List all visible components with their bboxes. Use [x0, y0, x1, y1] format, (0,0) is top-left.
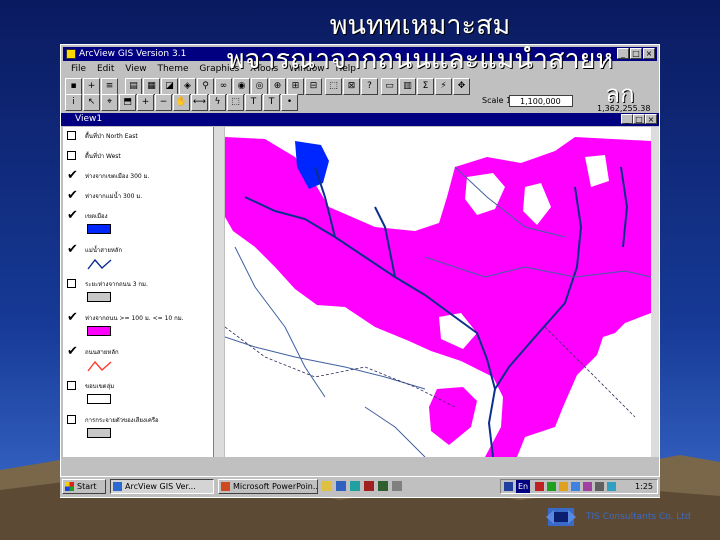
measure-icon[interactable]: ⟷ — [191, 94, 208, 111]
tray-app2-icon[interactable] — [547, 482, 556, 491]
layer-label: การกระจายตัวของเสียงเครือ — [85, 417, 159, 424]
layer-fill-symbol — [87, 292, 111, 302]
pointer-icon[interactable]: ↖ — [83, 94, 100, 111]
taskbar-clock[interactable]: 1:25 — [635, 480, 653, 493]
windows-taskbar: Start ArcView GIS Ver... Microsoft Power… — [60, 476, 660, 497]
layer-label: ตื้นที่ป่า West — [85, 153, 121, 160]
layer-checkbox[interactable]: ✔ — [67, 243, 78, 256]
start-label: Start — [77, 482, 97, 491]
arcview-task-icon — [113, 482, 122, 491]
layer-checkbox[interactable]: ✔ — [67, 311, 78, 324]
map-display[interactable] — [225, 127, 651, 457]
layer-line-symbol — [87, 258, 112, 270]
map-canvas — [225, 137, 651, 457]
suitable-area-fill — [225, 137, 651, 457]
quicklaunch-explorer-icon[interactable] — [336, 481, 346, 491]
layer-checkbox[interactable] — [67, 131, 76, 140]
hand-pan-icon[interactable]: ✋ — [173, 94, 190, 111]
system-tray: En 1:25 — [500, 479, 658, 494]
layer-checkbox[interactable]: ✔ — [67, 189, 78, 202]
area-of-interest-icon[interactable]: ⬚ — [227, 94, 244, 111]
windows-logo-icon — [65, 482, 74, 491]
layer-label: ตื้นที่ป่า North East — [85, 133, 138, 140]
layer-fill-symbol — [87, 428, 111, 438]
scale-input[interactable]: 1,100,000 — [509, 95, 573, 107]
zoom-in-tool-icon[interactable]: + — [137, 94, 154, 111]
toc-scrollbar[interactable] — [213, 127, 224, 457]
layer-fill-symbol — [87, 326, 111, 336]
identify-icon[interactable]: i — [65, 94, 82, 111]
menu-edit[interactable]: Edit — [97, 64, 114, 74]
powerpoint-task-icon — [221, 482, 230, 491]
slide-title-line1: พนททเหมาะสม — [329, 10, 511, 41]
language-indicator[interactable]: En — [516, 480, 531, 493]
select-feature-icon[interactable]: ⬒ — [119, 94, 136, 111]
view-title: View1 — [75, 114, 103, 124]
layer-checkbox[interactable] — [67, 151, 76, 160]
text-icon[interactable]: T — [263, 94, 280, 111]
quicklaunch-outlook-icon[interactable] — [364, 481, 374, 491]
task-label-arcview: ArcView GIS Ver... — [125, 482, 196, 491]
hotlink-tool-icon[interactable]: ϟ — [209, 94, 226, 111]
layer-checkbox[interactable]: ✔ — [67, 169, 78, 182]
quicklaunch-desktop-icon[interactable] — [392, 481, 402, 491]
slide-title-line3: ลก — [605, 80, 635, 108]
tray-app5-icon[interactable] — [583, 482, 592, 491]
company-footer: TIS Consultants Co. Ltd — [586, 512, 691, 522]
layer-label: แม่น้ำสายหลัก — [85, 247, 123, 254]
tray-network-icon[interactable] — [504, 482, 513, 491]
menu-theme[interactable]: Theme — [157, 64, 188, 74]
layer-label: ระยะห่างจากถนน 3 กม. — [85, 281, 148, 288]
layer-label: เขตเมือง — [85, 213, 108, 220]
zoom-out-tool-icon[interactable]: − — [155, 94, 172, 111]
layer-checkbox[interactable] — [67, 381, 76, 390]
layer-label: ห่างจากถนน >= 100 ม. <= 10 กม. — [85, 315, 184, 322]
start-button[interactable]: Start — [62, 479, 106, 494]
table-of-contents: ตื้นที่ป่า North East ตื้นที่ป่า West ✔ ห่า… — [63, 127, 224, 457]
task-powerpoint[interactable]: Microsoft PowerPoin... — [218, 479, 318, 494]
view-titlebar[interactable]: View1 _ □ × — [61, 113, 659, 126]
tray-app6-icon[interactable] — [607, 482, 616, 491]
layer-checkbox[interactable] — [67, 279, 76, 288]
quicklaunch-folder-icon[interactable] — [322, 481, 332, 491]
layer-label: ห่างจากแม่น้ำ 300 ม. — [85, 193, 143, 200]
tray-volume-icon[interactable] — [595, 482, 604, 491]
layer-checkbox[interactable] — [67, 415, 76, 424]
label-icon[interactable]: T — [245, 94, 262, 111]
view-minimize-button[interactable]: _ — [621, 114, 633, 124]
tray-app4-icon[interactable] — [571, 482, 580, 491]
layer-checkbox[interactable]: ✔ — [67, 345, 78, 358]
view-maximize-button[interactable]: □ — [633, 114, 645, 124]
layer-label: ถนนสายหลัก — [85, 349, 119, 356]
tray-app3-icon[interactable] — [559, 482, 568, 491]
task-label-powerpoint: Microsoft PowerPoin... — [233, 482, 318, 491]
task-arcview[interactable]: ArcView GIS Ver... — [110, 479, 214, 494]
view-close-button[interactable]: × — [645, 114, 657, 124]
quicklaunch-ie-icon[interactable] — [350, 481, 360, 491]
quicklaunch-app-icon[interactable] — [378, 481, 388, 491]
vertex-edit-icon[interactable]: ⌖ — [101, 94, 118, 111]
map-scrollbar[interactable] — [651, 127, 659, 457]
tray-app1-icon[interactable] — [535, 482, 544, 491]
menu-view[interactable]: View — [125, 64, 146, 74]
arcview-window: ArcView GIS Version 3.1 _ □ × File Edit … — [60, 44, 660, 498]
layer-line-symbol — [87, 360, 112, 372]
draw-point-icon[interactable]: • — [281, 94, 298, 111]
layer-checkbox[interactable]: ✔ — [67, 209, 78, 222]
layer-label: ขอบเขตลุ่ม — [85, 383, 115, 390]
layer-fill-symbol — [87, 394, 111, 404]
layer-label: ห่างจากเขตเมือง 300 ม. — [85, 173, 150, 180]
slide-title-line2: พจารณาจากถนนและแมนำสายห — [226, 44, 614, 75]
layer-fill-symbol — [87, 224, 111, 234]
company-logo-icon — [546, 508, 576, 526]
menu-file[interactable]: File — [71, 64, 86, 74]
app-icon — [66, 49, 76, 59]
window-title: ArcView GIS Version 3.1 — [79, 49, 187, 59]
view-window: View1 _ □ × ตื้นที่ป่า North East ตื้นที่… — [61, 113, 659, 459]
